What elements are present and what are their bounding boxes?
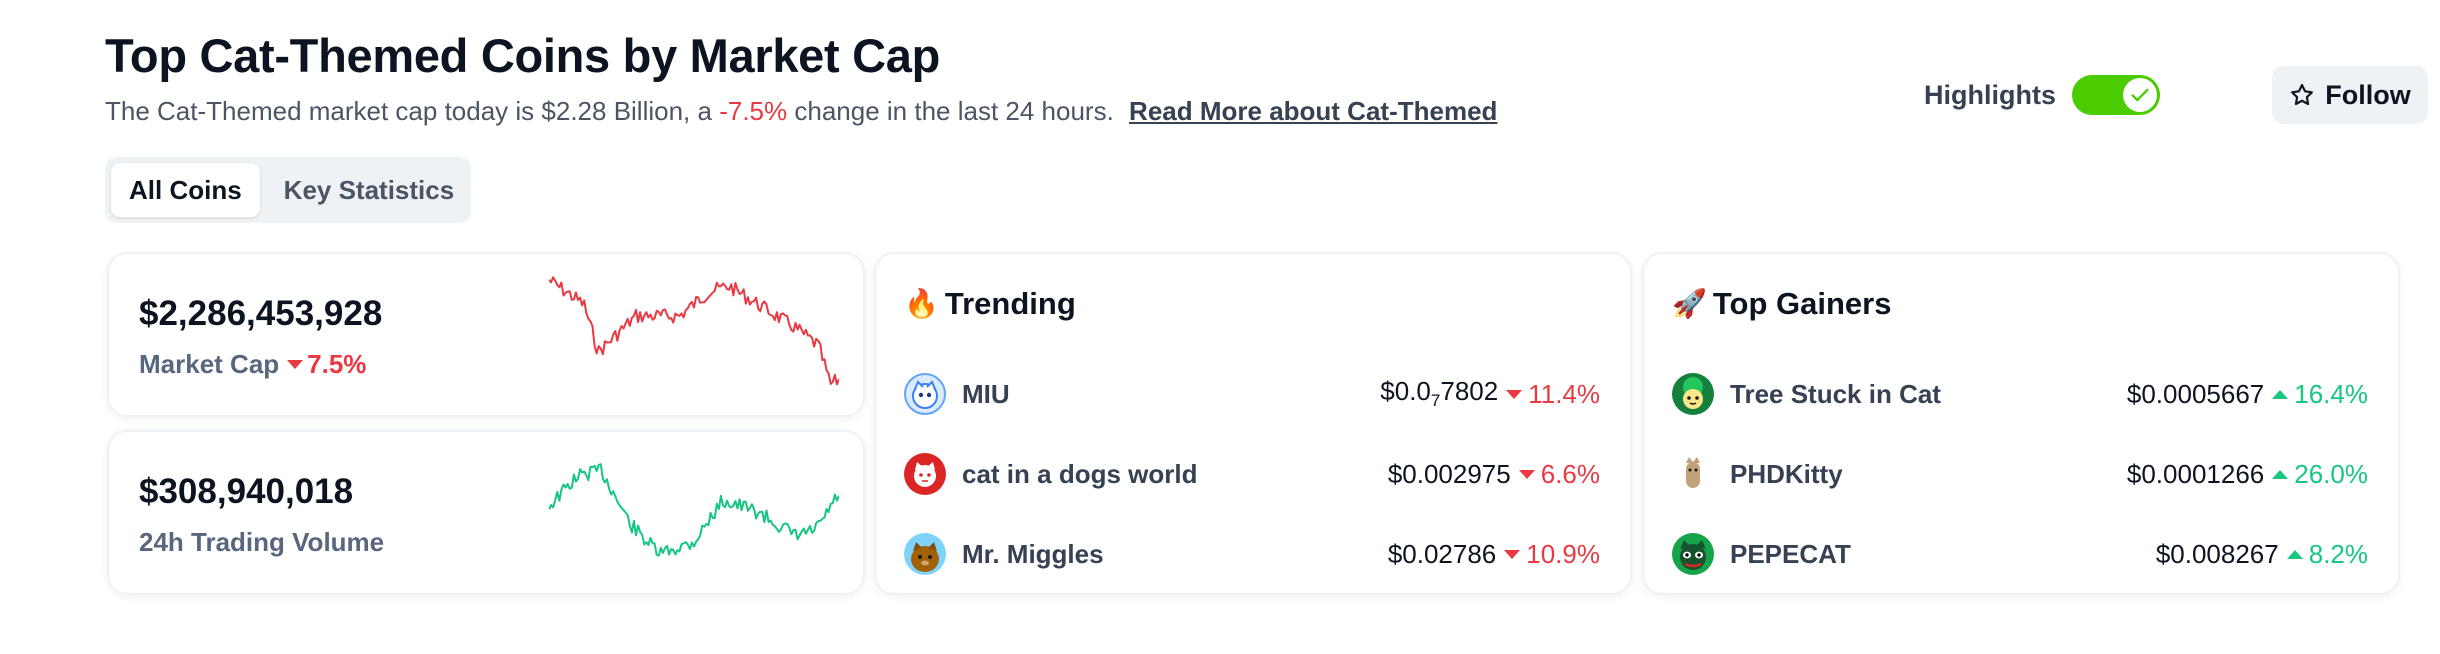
tab-all-coins[interactable]: All Coins <box>111 163 260 217</box>
coin-price: $0.008267 <box>2155 538 2279 569</box>
volume-label: 24h Trading Volume <box>139 527 385 557</box>
gainer-row-phdkitty[interactable]: PHDKitty $0.0001266 26.0% <box>1672 434 2368 514</box>
caret-down-icon <box>1518 469 1535 479</box>
market-cap-label: Market Cap <box>139 349 280 379</box>
gainer-row-pepecat[interactable]: PEPECAT $0.008267 8.2% <box>1672 514 2368 594</box>
trending-row-cat-in-a-dogs-world[interactable]: cat in a dogs world $0.002975 6.6% <box>904 434 1600 514</box>
highlights-control: Highlights <box>1924 75 2160 115</box>
caret-down-icon <box>1504 549 1521 559</box>
market-cap-sparkline-path <box>549 276 839 386</box>
check-icon <box>2131 88 2149 102</box>
coin-change: 11.4% <box>1506 379 1600 410</box>
page-title: Top Cat-Themed Coins by Market Cap <box>105 29 941 82</box>
subtitle-prefix: The Cat-Themed market cap today is $2.28… <box>105 96 712 126</box>
coin-change: 10.9% <box>1504 539 1600 570</box>
top-gainers-title: Top Gainers <box>1712 286 1892 321</box>
caret-up-icon <box>2272 469 2289 479</box>
phd-kitty-icon <box>1672 453 1714 495</box>
coin-name: PEPECAT <box>1730 538 1851 569</box>
subtitle-suffix: change in the last 24 hours. <box>794 96 1114 126</box>
follow-button[interactable]: Follow <box>2272 66 2428 124</box>
fire-icon: 🔥 <box>904 288 939 319</box>
coin-price: $0.02786 <box>1387 538 1497 569</box>
pepecat-icon <box>1672 533 1714 575</box>
top-gainers-card: 🚀 Top Gainers Tree Stuck in Cat $0.00056… <box>1642 252 2400 595</box>
volume-value: $308,940,018 <box>139 472 354 511</box>
trending-card: 🔥 Trending MIU $0.077802 11.4% cat in a … <box>874 252 1632 595</box>
highlights-toggle[interactable] <box>2072 75 2160 115</box>
coin-change: 6.6% <box>1518 459 1600 490</box>
follow-label: Follow <box>2325 79 2411 110</box>
top-gainers-title-row: 🚀 Top Gainers <box>1672 286 1891 322</box>
volume-sparkline-path <box>549 463 839 557</box>
coin-name: Mr. Miggles <box>962 538 1104 569</box>
coin-change: 26.0% <box>2272 459 2368 490</box>
caret-up-icon <box>2272 389 2289 399</box>
caret-up-icon <box>2286 549 2303 559</box>
coin-name: Tree Stuck in Cat <box>1730 378 1941 409</box>
market-cap-value: $2,286,453,928 <box>139 294 383 333</box>
market-cap-sparkline <box>549 276 839 386</box>
top-gainers-list: Tree Stuck in Cat $0.0005667 16.4% PHDKi… <box>1672 354 2368 594</box>
tab-key-statistics[interactable]: Key Statistics <box>266 163 473 217</box>
trending-row-miu[interactable]: MIU $0.077802 11.4% <box>904 354 1600 434</box>
market-cap-change-value: 7.5% <box>307 349 367 379</box>
tree-cat-icon <box>1672 373 1714 415</box>
coin-price: $0.077802 <box>1380 376 1499 411</box>
read-more-link[interactable]: Read More about Cat-Themed <box>1129 96 1497 126</box>
market-cap-change: 7.5% <box>287 349 366 380</box>
trending-row-mr-miggles[interactable]: Mr. Miggles $0.02786 10.9% <box>904 514 1600 594</box>
coin-price: $0.002975 <box>1387 458 1511 489</box>
caret-down-icon <box>287 360 304 369</box>
coin-name: cat in a dogs world <box>962 458 1198 489</box>
trending-list: MIU $0.077802 11.4% cat in a dogs world … <box>904 354 1600 594</box>
highlights-label: Highlights <box>1924 79 2056 110</box>
page-subtitle: The Cat-Themed market cap today is $2.28… <box>105 96 1497 127</box>
market-cap-label-row: Market Cap 7.5% <box>139 349 366 380</box>
market-cap-card[interactable]: $2,286,453,928 Market Cap 7.5% <box>107 252 865 417</box>
miggles-cat-icon <box>904 533 946 575</box>
view-tabs: All Coins Key Statistics <box>105 157 471 223</box>
miu-cat-icon <box>904 373 946 415</box>
gainer-row-tree-stuck-in-cat[interactable]: Tree Stuck in Cat $0.0005667 16.4% <box>1672 354 2368 434</box>
star-icon <box>2291 83 2314 106</box>
coin-price: $0.0005667 <box>2126 378 2265 409</box>
coin-change: 16.4% <box>2272 379 2368 410</box>
coin-name: PHDKitty <box>1730 458 1843 489</box>
volume-card[interactable]: $308,940,018 24h Trading Volume <box>107 430 865 595</box>
coin-name: MIU <box>962 378 1010 409</box>
mew-cat-icon <box>904 453 946 495</box>
subtitle-change: -7.5% <box>719 96 788 126</box>
trending-title: Trending <box>944 286 1076 321</box>
coin-price: $0.0001266 <box>2126 458 2265 489</box>
rocket-icon: 🚀 <box>1672 288 1707 319</box>
coin-change: 8.2% <box>2286 539 2368 570</box>
trending-title-row: 🔥 Trending <box>904 286 1076 322</box>
toggle-knob <box>2123 78 2157 112</box>
caret-down-icon <box>1506 389 1523 399</box>
volume-sparkline <box>549 463 839 557</box>
